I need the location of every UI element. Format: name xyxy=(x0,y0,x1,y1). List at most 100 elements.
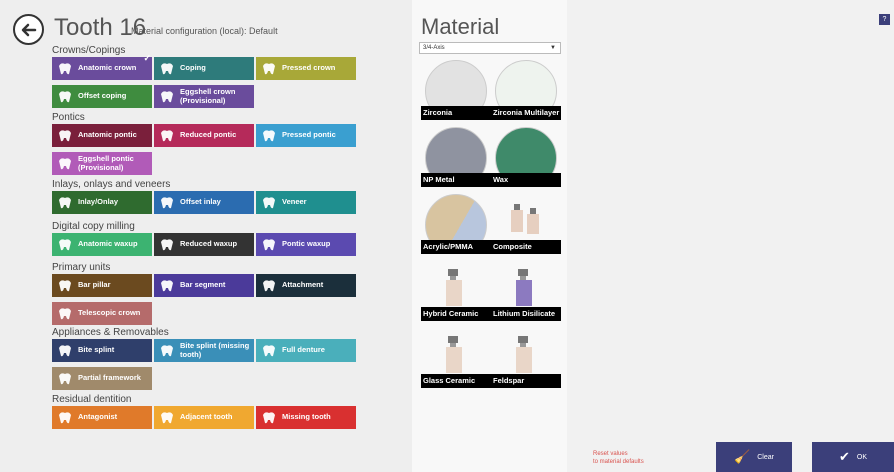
material-wax[interactable]: Wax xyxy=(491,125,561,187)
tile-label: Veneer xyxy=(282,197,307,207)
tile-bite-splint[interactable]: Bite splint xyxy=(52,339,152,362)
tile-label: Reduced waxup xyxy=(180,239,238,249)
material-label: Zirconia xyxy=(421,106,491,120)
tile-reduced-pontic[interactable]: Reduced pontic xyxy=(154,124,254,147)
tile-partial-framework[interactable]: Partial framework xyxy=(52,367,152,390)
tile-eggshell-pontic[interactable]: Eggshell pontic (Provisional) xyxy=(52,152,152,175)
adjacent-tooth-icon xyxy=(154,406,180,429)
tile-veneer[interactable]: Veneer xyxy=(256,191,356,214)
tile-label: Bar segment xyxy=(180,280,226,290)
material-feldspar[interactable]: Feldspar xyxy=(491,326,561,388)
material-block-icon xyxy=(446,269,462,306)
partial-framework-icon xyxy=(52,367,78,390)
tile-pressed-crown[interactable]: Pressed crown xyxy=(256,57,356,80)
material-block-icon xyxy=(516,336,532,373)
tile-label: Antagonist xyxy=(78,412,118,422)
tile-label: Pressed pontic xyxy=(282,130,336,140)
reset-defaults-link[interactable]: Reset values to material defaults xyxy=(593,450,644,466)
pressed-pontic-icon xyxy=(256,124,282,147)
material-glass-ceramic[interactable]: Glass Ceramic xyxy=(421,326,491,388)
back-button[interactable] xyxy=(13,14,44,45)
section-title: Appliances & Removables xyxy=(52,327,169,338)
tile-label: Bar pillar xyxy=(78,280,111,290)
reset-label-line1: Reset values xyxy=(593,451,628,457)
material-label: Acrylic/PMMA xyxy=(421,240,491,254)
tile-label: Inlay/Onlay xyxy=(78,197,119,207)
tile-adjacent-tooth[interactable]: Adjacent tooth xyxy=(154,406,254,429)
material-block-icon xyxy=(516,269,532,306)
material-hybrid-ceramic[interactable]: Hybrid Ceramic xyxy=(421,259,491,321)
pontic-waxup-icon xyxy=(256,233,282,256)
tile-anatomic-crown[interactable]: Anatomic crown ✓ xyxy=(52,53,152,80)
material-acrylic-pmma[interactable]: Acrylic/PMMA xyxy=(421,192,491,254)
tile-bar-pillar[interactable]: Bar pillar xyxy=(52,274,152,297)
material-label: Zirconia Multilayer xyxy=(491,106,561,120)
missing-tooth-icon xyxy=(256,406,282,429)
clear-button[interactable]: 🧹 Clear xyxy=(716,442,792,472)
tile-bite-splint-missing[interactable]: Bite splint (missing tooth) xyxy=(154,339,254,362)
attachment-icon xyxy=(256,274,282,297)
page-subtitle: Material configuration (local): Default xyxy=(131,26,278,36)
tile-coping[interactable]: Coping xyxy=(154,57,254,80)
antagonist-icon xyxy=(52,406,78,429)
offset-coping-icon xyxy=(52,85,78,108)
material-np-metal[interactable]: NP Metal xyxy=(421,125,491,187)
arrow-left-icon xyxy=(21,23,36,36)
tile-label: Telescopic crown xyxy=(78,308,141,318)
material-label: Composite xyxy=(491,240,561,254)
material-label: NP Metal xyxy=(421,173,491,187)
tile-label: Missing tooth xyxy=(282,412,331,422)
material-composite[interactable]: Composite xyxy=(491,192,561,254)
section-title: Pontics xyxy=(52,112,85,123)
milling-type-dropdown[interactable]: 3/4-Axis ▼ xyxy=(419,42,561,54)
inlay-onlay-icon xyxy=(52,191,78,214)
clear-label: Clear xyxy=(757,453,774,461)
material-lithium-disilicate[interactable]: Lithium Disilicate xyxy=(491,259,561,321)
tile-label: Anatomic pontic xyxy=(78,130,137,140)
tile-telescopic-crown[interactable]: Telescopic crown xyxy=(52,302,152,325)
bar-segment-icon xyxy=(154,274,180,297)
tile-offset-inlay[interactable]: Offset inlay xyxy=(154,191,254,214)
tile-label: Pontic waxup xyxy=(282,239,331,249)
tile-reduced-waxup[interactable]: Reduced waxup xyxy=(154,233,254,256)
tile-bar-segment[interactable]: Bar segment xyxy=(154,274,254,297)
tile-missing-tooth[interactable]: Missing tooth xyxy=(256,406,356,429)
section-title: Primary units xyxy=(52,262,111,273)
tile-pontic-waxup[interactable]: Pontic waxup xyxy=(256,233,356,256)
tile-attachment[interactable]: Attachment xyxy=(256,274,356,297)
material-label: Wax xyxy=(491,173,561,187)
tile-pressed-pontic[interactable]: Pressed pontic xyxy=(256,124,356,147)
tile-label: Offset coping xyxy=(78,91,127,101)
tile-label: Reduced pontic xyxy=(180,130,237,140)
offset-inlay-icon xyxy=(154,191,180,214)
eggshell-crown-icon xyxy=(154,85,180,108)
tile-label: Adjacent tooth xyxy=(180,412,233,422)
tile-anatomic-waxup[interactable]: Anatomic waxup xyxy=(52,233,152,256)
material-title: Material xyxy=(421,14,500,39)
tile-label: Bite splint (missing tooth) xyxy=(180,341,250,359)
tile-eggshell-crown[interactable]: Eggshell crown (Provisional) xyxy=(154,85,254,108)
tile-label: Partial framework xyxy=(78,373,141,383)
bite-splint-icon xyxy=(52,339,78,362)
coping-icon xyxy=(154,57,180,80)
anatomic-pontic-icon xyxy=(52,124,78,147)
help-button[interactable]: ? xyxy=(879,14,890,25)
tile-label: Anatomic crown xyxy=(78,63,137,73)
ok-button[interactable]: ✔ OK xyxy=(812,442,894,472)
tile-label: Eggshell crown (Provisional) xyxy=(180,87,236,105)
material-block-icon xyxy=(446,336,462,373)
tile-anatomic-pontic[interactable]: Anatomic pontic xyxy=(52,124,152,147)
tile-inlay-onlay[interactable]: Inlay/Onlay xyxy=(52,191,152,214)
tile-antagonist[interactable]: Antagonist xyxy=(52,406,152,429)
material-zirconia-multilayer[interactable]: Zirconia Multilayer xyxy=(491,58,561,120)
material-zirconia[interactable]: Zirconia xyxy=(421,58,491,120)
bar-pillar-icon xyxy=(52,274,78,297)
tile-label: Coping xyxy=(180,63,206,73)
tile-full-denture[interactable]: Full denture xyxy=(256,339,356,362)
telescopic-crown-icon xyxy=(52,302,78,325)
anatomic-crown-icon xyxy=(52,57,78,80)
selected-check-icon: ✓ xyxy=(143,53,151,63)
tile-offset-coping[interactable]: Offset coping xyxy=(52,85,152,108)
tile-label: Anatomic waxup xyxy=(78,239,138,249)
tile-label: Attachment xyxy=(282,280,324,290)
